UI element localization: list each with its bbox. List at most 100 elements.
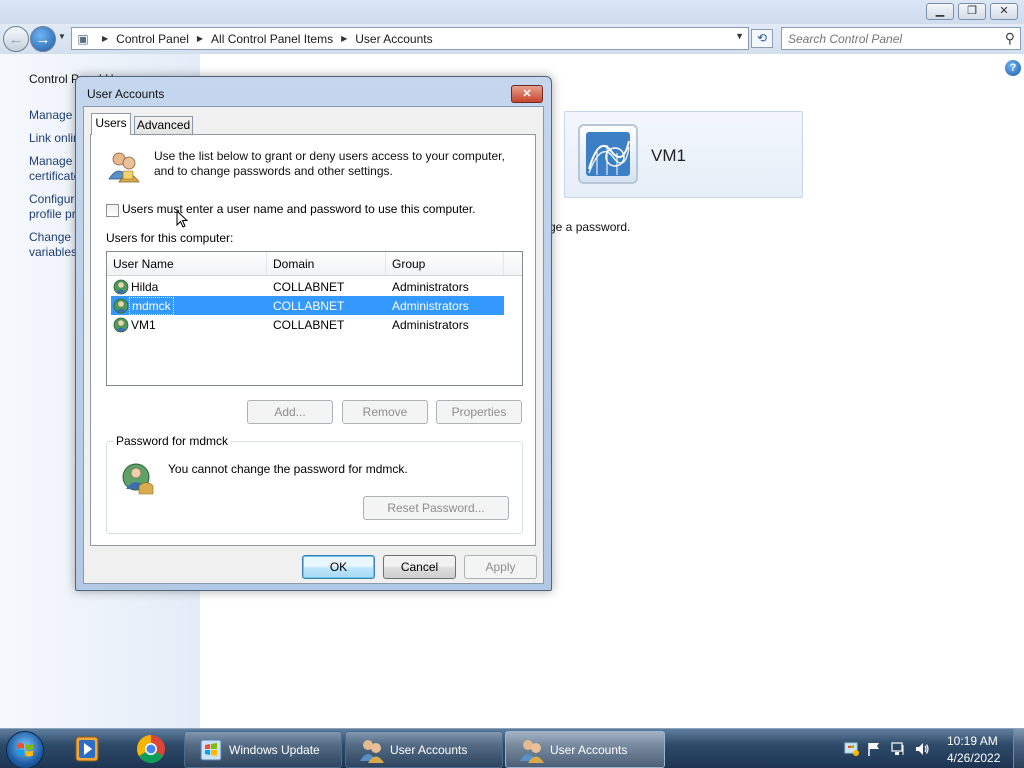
media-player-icon (75, 736, 99, 762)
minimize-button[interactable]: ▁ (926, 3, 954, 20)
refresh-icon: ⟲ (756, 31, 768, 45)
require-login-checkbox[interactable] (106, 204, 119, 217)
restore-button[interactable]: ❐ (958, 3, 986, 20)
user-name-cell: VM1 (131, 318, 156, 332)
breadcrumb-separator-icon[interactable]: ▶ (102, 34, 108, 43)
cancel-button[interactable]: Cancel (383, 555, 456, 579)
taskbar-windows-update[interactable]: Windows Update (184, 731, 342, 768)
breadcrumb-separator-icon[interactable]: ▶ (341, 34, 347, 43)
chrome-icon (137, 735, 165, 763)
search-input[interactable] (788, 31, 988, 47)
task-link-credentials[interactable]: Manage your credentials (29, 108, 79, 122)
forward-arrow-icon: → (35, 30, 51, 48)
breadcrumb-all-items[interactable]: All Control Panel Items (211, 32, 333, 46)
network-update-tray-icon[interactable] (844, 741, 860, 757)
tab-users[interactable]: Users (91, 113, 131, 135)
tab-advanced[interactable]: Advanced (134, 116, 193, 135)
user-icon (113, 298, 129, 314)
user-accounts-dialog: User Accounts ✕ Users Advanced Use the l… (75, 76, 552, 591)
search-box[interactable]: ⚲ (781, 27, 1021, 50)
task-link-online-ids[interactable]: Link online IDs (29, 131, 79, 145)
refresh-button[interactable]: ⟲ (751, 29, 773, 48)
taskbar-user-accounts-active[interactable]: User Accounts (505, 731, 665, 768)
change-password-link-partial[interactable]: ge a password. (549, 220, 630, 234)
column-header-group[interactable]: Group (386, 252, 504, 276)
show-desktop-button[interactable] (1013, 729, 1024, 768)
window-title-bar[interactable]: ▁ ❐ ✕ (0, 0, 1024, 24)
user-tile-name: VM1 (651, 146, 686, 165)
media-player-taskbar-button[interactable] (62, 732, 112, 766)
list-header: User Name Domain Group (107, 252, 522, 276)
reset-password-button[interactable]: Reset Password... (363, 496, 509, 520)
password-group: Password for mdmck You cannot change the… (106, 434, 523, 534)
address-dropdown-icon[interactable]: ▼ (735, 31, 744, 41)
user-accounts-icon (520, 740, 544, 763)
users-tab-panel: Use the list below to grant or deny user… (90, 134, 536, 546)
dialog-title: User Accounts (87, 87, 165, 101)
column-header-domain[interactable]: Domain (267, 252, 386, 276)
control-panel-icon: ▣ (77, 31, 89, 46)
column-header-user-name[interactable]: User Name (107, 252, 267, 276)
windows-update-icon (200, 739, 222, 761)
user-picture[interactable] (578, 124, 638, 184)
volume-icon[interactable] (914, 741, 930, 757)
task-link-profile-properties[interactable]: Configure advanced user (29, 192, 79, 206)
task-link-profile-properties-cont[interactable]: profile properties (29, 207, 79, 221)
taskbar-label: User Accounts (550, 743, 628, 757)
network-icon[interactable] (890, 741, 906, 757)
taskbar-label: User Accounts (390, 743, 468, 757)
back-button[interactable]: ← (3, 26, 29, 52)
user-row-selected[interactable]: mdmck COLLABNET Administrators (111, 296, 504, 315)
clock-date[interactable]: 4/26/2022 (947, 751, 1000, 765)
breadcrumb-user-accounts[interactable]: User Accounts (355, 32, 432, 46)
task-link-environment-variables-cont[interactable]: variables (29, 245, 79, 259)
users-list[interactable]: User Name Domain Group Hilda COLLABNET A… (106, 251, 523, 386)
domain-cell: COLLABNET (273, 299, 345, 313)
ok-button[interactable]: OK (302, 555, 375, 579)
search-icon[interactable]: ⚲ (1005, 30, 1015, 47)
taskbar: Windows Update User Accounts User Accoun… (0, 728, 1024, 768)
mouse-cursor-icon (176, 210, 188, 228)
user-row[interactable]: Hilda COLLABNET Administrators (111, 277, 504, 296)
dialog-close-button[interactable]: ✕ (511, 85, 543, 103)
user-password-icon (122, 463, 154, 495)
task-link-file-encryption-cont[interactable]: certificates (29, 169, 79, 183)
action-center-flag-icon[interactable] (866, 741, 882, 757)
start-button[interactable] (6, 731, 44, 768)
chrome-taskbar-button[interactable] (126, 732, 176, 766)
task-link-environment-variables[interactable]: Change my environment (29, 230, 79, 244)
password-group-label: Password for mdmck (113, 434, 232, 448)
dialog-client-area: Users Advanced Use the list below to gra… (83, 106, 544, 584)
password-message: You cannot change the password for mdmck… (168, 462, 408, 476)
user-account-tile: VM1 (564, 111, 803, 198)
domain-cell: COLLABNET (273, 318, 345, 332)
apply-button[interactable]: Apply (464, 555, 537, 579)
user-icon (113, 279, 129, 295)
user-accounts-icon (108, 152, 140, 183)
close-window-button[interactable]: ✕ (990, 3, 1018, 20)
notification-area: 10:19 AM 4/26/2022 (842, 729, 1024, 768)
forward-button[interactable]: → (30, 26, 56, 52)
taskbar-label: Windows Update (229, 743, 320, 757)
user-name-cell: mdmck (129, 297, 174, 315)
user-accounts-icon (360, 740, 384, 763)
clock-time[interactable]: 10:19 AM (947, 734, 998, 748)
user-row[interactable]: VM1 COLLABNET Administrators (111, 315, 504, 334)
help-icon[interactable]: ? (1005, 60, 1021, 76)
taskbar-user-accounts[interactable]: User Accounts (345, 731, 503, 768)
domain-cell: COLLABNET (273, 280, 345, 294)
task-link-file-encryption[interactable]: Manage your file encryption (29, 154, 79, 168)
remove-user-button[interactable]: Remove (342, 400, 428, 424)
group-cell: Administrators (392, 299, 469, 313)
column-header-filler (504, 252, 522, 276)
recent-pages-dropdown-icon[interactable]: ▼ (58, 32, 68, 46)
group-cell: Administrators (392, 280, 469, 294)
users-for-computer-label: Users for this computer: (106, 231, 234, 245)
breadcrumb-control-panel[interactable]: Control Panel (116, 32, 189, 46)
add-user-button[interactable]: Add... (247, 400, 333, 424)
breadcrumb-separator-icon[interactable]: ▶ (197, 34, 203, 43)
roller-coaster-icon (586, 132, 630, 176)
back-arrow-icon: ← (8, 30, 24, 48)
address-bar[interactable]: ▣ ▶ Control Panel ▶ All Control Panel It… (71, 27, 749, 50)
properties-button[interactable]: Properties (436, 400, 522, 424)
